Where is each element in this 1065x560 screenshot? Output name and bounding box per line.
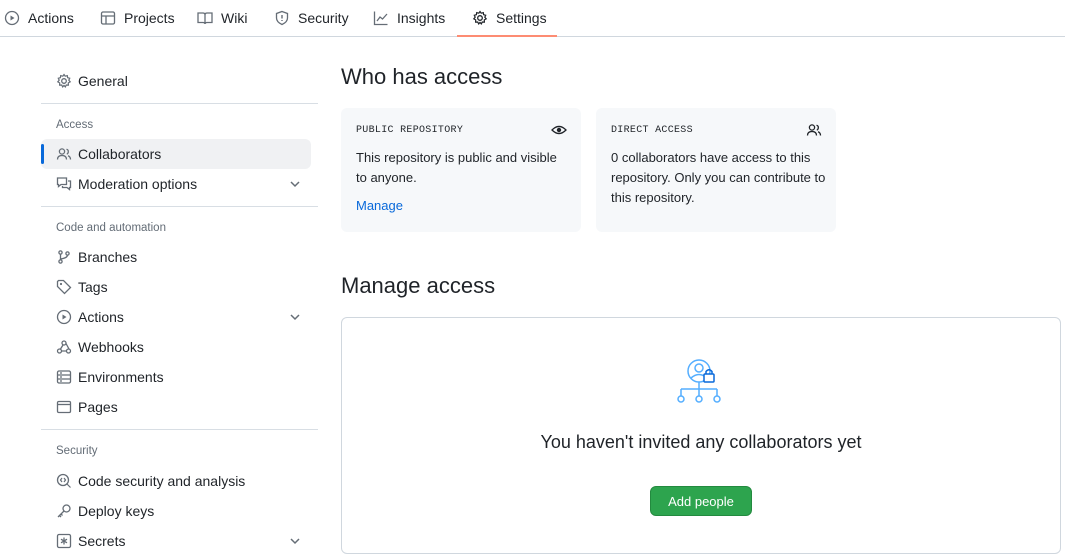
card-label: PUBLIC REPOSITORY — [356, 125, 464, 136]
play-icon — [56, 309, 72, 325]
sidebar-divider — [41, 103, 318, 104]
sidebar-item-code-security[interactable]: Code security and analysis — [41, 466, 311, 496]
gear-icon — [56, 73, 72, 89]
sidebar-item-label: Collaborators — [78, 146, 162, 162]
sidebar-item-branches[interactable]: Branches — [41, 242, 311, 272]
tab-insights-label: Insights — [397, 10, 446, 26]
webhook-icon — [56, 339, 72, 355]
gear-icon — [472, 10, 488, 26]
browser-icon — [56, 399, 72, 415]
sidebar-heading-access: Access — [56, 119, 94, 131]
sidebar-item-label: Moderation options — [78, 176, 198, 192]
tag-icon — [56, 279, 72, 295]
sidebar-item-label: Code security and analysis — [78, 473, 246, 489]
who-has-access-title: Who has access — [341, 64, 503, 89]
chevron-down-icon[interactable] — [287, 533, 303, 549]
manage-access-box: You haven't invited any collaborators ye… — [341, 317, 1061, 554]
sidebar-item-pages[interactable]: Pages — [41, 392, 311, 422]
card-label: DIRECT ACCESS — [611, 125, 693, 136]
collaborators-lock-icon — [675, 358, 727, 406]
tab-projects[interactable]: Projects — [100, 0, 175, 36]
sidebar-item-label: Tags — [78, 279, 108, 295]
repo-nav: Actions Projects Wiki Security Insights … — [0, 0, 1065, 37]
server-icon — [56, 369, 72, 385]
selected-tab-indicator — [457, 35, 557, 37]
sidebar-item-label: Pages — [78, 399, 118, 415]
public-repository-card: PUBLIC REPOSITORY This repository is pub… — [341, 108, 581, 232]
sidebar-heading-code-automation: Code and automation — [56, 222, 166, 234]
comment-discussion-icon — [56, 176, 72, 192]
sidebar-item-label: Environments — [78, 369, 164, 385]
sidebar-item-deploy-keys[interactable]: Deploy keys — [41, 496, 311, 526]
codescan-icon — [56, 473, 72, 489]
tab-wiki-label: Wiki — [221, 10, 248, 26]
sidebar-divider — [41, 429, 318, 430]
tab-settings[interactable]: Settings — [472, 0, 547, 36]
manage-access-title: Manage access — [341, 273, 496, 298]
play-icon — [4, 10, 20, 26]
card-text: 0 collaborators have access to this repo… — [611, 150, 826, 205]
sidebar-item-collaborators[interactable]: Collaborators — [41, 139, 311, 169]
sidebar-item-moderation[interactable]: Moderation options — [41, 169, 311, 199]
sidebar-item-label: Webhooks — [78, 339, 144, 355]
tab-security-label: Security — [298, 10, 349, 26]
sidebar-item-actions[interactable]: Actions — [41, 302, 311, 332]
shield-icon — [274, 10, 290, 26]
asterisk-icon — [56, 533, 72, 549]
tab-projects-label: Projects — [124, 10, 175, 26]
sidebar-item-secrets[interactable]: Secrets — [41, 526, 311, 556]
add-people-button[interactable]: Add people — [650, 486, 752, 516]
sidebar-item-webhooks[interactable]: Webhooks — [41, 332, 311, 362]
sidebar-item-tags[interactable]: Tags — [41, 272, 311, 302]
tab-security[interactable]: Security — [274, 0, 349, 36]
sidebar-heading-security: Security — [56, 445, 98, 457]
book-icon — [197, 10, 213, 26]
table-icon — [100, 10, 116, 26]
chevron-down-icon[interactable] — [287, 176, 303, 192]
key-icon — [56, 503, 72, 519]
eye-icon — [551, 122, 567, 138]
sidebar-item-environments[interactable]: Environments — [41, 362, 311, 392]
direct-access-card: DIRECT ACCESS 0 collaborators have acces… — [596, 108, 836, 232]
tab-actions-label: Actions — [28, 10, 74, 26]
sidebar-divider — [41, 206, 318, 207]
manage-link[interactable]: Manage — [356, 198, 403, 213]
tab-wiki[interactable]: Wiki — [197, 0, 247, 36]
people-icon — [806, 122, 822, 138]
tab-insights[interactable]: Insights — [373, 0, 445, 36]
sidebar-item-label: Deploy keys — [78, 503, 155, 519]
graph-icon — [373, 10, 389, 26]
sidebar-item-label: General — [78, 73, 128, 89]
sidebar-item-label: Secrets — [78, 533, 126, 549]
people-icon — [56, 146, 72, 162]
sidebar-item-label: Actions — [78, 309, 124, 325]
card-text: This repository is public and visible to… — [356, 150, 557, 185]
tab-actions[interactable]: Actions — [4, 0, 74, 36]
git-branch-icon — [56, 249, 72, 265]
empty-state-message: You haven't invited any collaborators ye… — [540, 432, 862, 452]
chevron-down-icon[interactable] — [287, 309, 303, 325]
sidebar-item-general[interactable]: General — [41, 66, 311, 96]
tab-settings-label: Settings — [496, 10, 547, 26]
sidebar-item-label: Branches — [78, 249, 138, 265]
